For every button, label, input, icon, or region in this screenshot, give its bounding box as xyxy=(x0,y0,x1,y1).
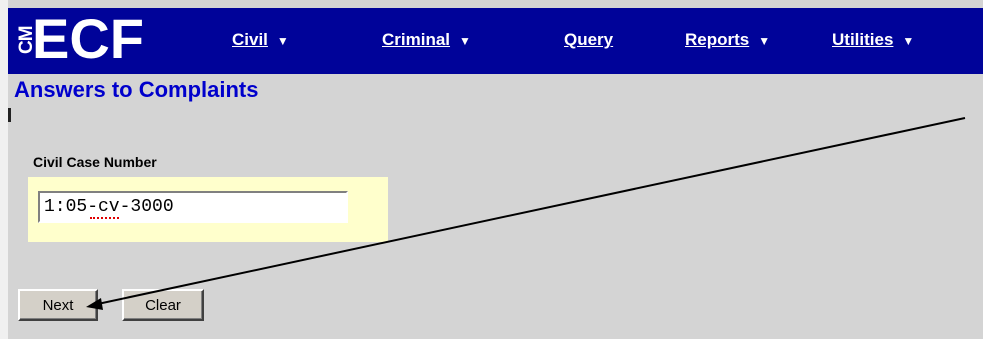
chevron-down-icon: ▼ xyxy=(459,34,471,48)
logo-ecf-text: ECF xyxy=(32,7,144,70)
left-border-mark xyxy=(8,108,11,122)
chevron-down-icon: ▼ xyxy=(902,34,915,48)
next-button[interactable]: Next xyxy=(18,289,98,321)
spellcheck-underline xyxy=(90,217,119,219)
case-number-input[interactable] xyxy=(38,191,348,223)
menu-civil-label: Civil xyxy=(232,30,268,49)
menu-utilities[interactable]: Utilities ▼ xyxy=(832,30,914,50)
menu-query[interactable]: Query xyxy=(564,30,613,50)
case-number-label: Civil Case Number xyxy=(33,154,157,170)
menu-criminal-label: Criminal xyxy=(382,30,451,49)
menu-criminal[interactable]: Criminal ▼ xyxy=(382,30,471,50)
clear-button[interactable]: Clear xyxy=(122,289,204,321)
menu-civil[interactable]: Civil ▼ xyxy=(232,30,289,50)
menu-query-label: Query xyxy=(564,30,614,49)
chevron-down-icon: ▼ xyxy=(758,34,771,48)
menu-reports-label: Reports xyxy=(685,30,750,49)
chevron-down-icon: ▼ xyxy=(276,34,289,48)
menu-reports[interactable]: Reports ▼ xyxy=(685,30,770,50)
page: CM ECF Civil ▼ Criminal ▼ Query Reports ▼ U… xyxy=(0,0,983,339)
menu-utilities-label: Utilities xyxy=(832,30,894,49)
left-border xyxy=(0,0,8,339)
cmecf-logo[interactable]: CM ECF xyxy=(14,7,204,70)
page-title: Answers to Complaints xyxy=(14,77,259,102)
case-number-panel xyxy=(28,177,388,242)
top-navbar: CM ECF Civil ▼ Criminal ▼ Query Reports ▼ U… xyxy=(8,7,983,74)
